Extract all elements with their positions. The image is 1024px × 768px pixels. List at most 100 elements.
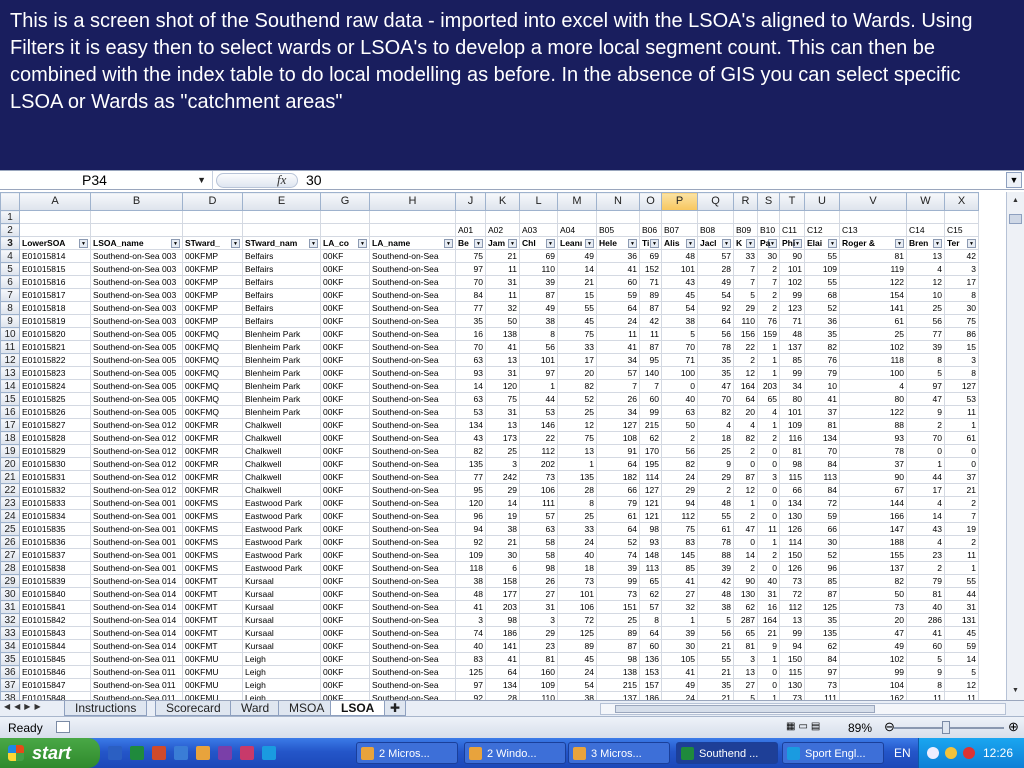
cell[interactable]: Southend-on-Sea 012	[90, 431, 183, 445]
cell[interactable]: Southend-on-Sea	[369, 301, 456, 315]
security-icon[interactable]	[963, 747, 975, 759]
cell[interactable]: 177	[485, 587, 520, 601]
cell[interactable]: 37	[944, 470, 979, 484]
cell[interactable]: 1	[757, 353, 780, 367]
cell[interactable]: E01015830	[19, 457, 91, 471]
cell[interactable]: 30	[804, 535, 840, 549]
cell[interactable]: 39	[519, 275, 558, 289]
column-header-b[interactable]: B	[90, 192, 183, 211]
cell[interactable]: 62	[804, 639, 840, 653]
cell[interactable]: 151	[596, 600, 640, 614]
cell[interactable]: 64	[697, 314, 734, 328]
row-header[interactable]: 37	[0, 678, 20, 692]
column-label-cell[interactable]: B06	[639, 223, 662, 237]
cell[interactable]: 4	[906, 262, 945, 276]
cell[interactable]: 43	[906, 522, 945, 536]
filter-dropdown-icon[interactable]: ▼	[79, 238, 88, 248]
cell[interactable]: 45	[557, 314, 597, 328]
cell[interactable]: 22	[733, 340, 758, 354]
cell[interactable]: 2	[944, 535, 979, 549]
cell[interactable]: E01015829	[19, 444, 91, 458]
cell[interactable]: 52	[804, 301, 840, 315]
cell[interactable]: Chalkwell	[242, 431, 321, 445]
column-label-cell[interactable]	[519, 210, 558, 224]
expand-formula-bar-button[interactable]: ▼	[1006, 172, 1022, 188]
column-label-cell[interactable]	[697, 210, 734, 224]
column-header-o[interactable]: O	[639, 192, 662, 211]
cell[interactable]: Southend-on-Sea	[369, 470, 456, 484]
column-label-cell[interactable]: ▼ Phi	[779, 236, 805, 250]
cell[interactable]: 45	[557, 652, 597, 666]
cell[interactable]: 101	[557, 587, 597, 601]
cell[interactable]: 00KF	[320, 678, 370, 692]
cell[interactable]: Southend-on-Sea 011	[90, 691, 183, 700]
cell[interactable]: 00KFMS	[182, 509, 243, 523]
cell[interactable]: Belfairs	[242, 301, 321, 315]
task-sport-england[interactable]: Sport Engl...	[782, 742, 884, 764]
cell[interactable]: 75	[944, 314, 979, 328]
column-label-cell[interactable]: A04	[557, 223, 597, 237]
excel-icon[interactable]	[130, 746, 144, 760]
cell[interactable]: 70	[661, 340, 698, 354]
row-header[interactable]: 2	[0, 223, 20, 237]
cell[interactable]: E01015839	[19, 574, 91, 588]
filter-dropdown-icon[interactable]: ▼	[474, 238, 483, 248]
column-label-cell[interactable]	[944, 210, 979, 224]
cell[interactable]: 00KF	[320, 561, 370, 575]
cell[interactable]: 64	[596, 457, 640, 471]
cell[interactable]: 61	[839, 314, 907, 328]
cell[interactable]: 195	[639, 457, 662, 471]
worksheet-grid[interactable]: ABDEGHJKLMNOPQRSTUVWX 1 2 A01 A02 A03 A04 B05 B…	[0, 192, 1006, 700]
language-indicator[interactable]: EN	[894, 746, 911, 760]
cell[interactable]: 0	[906, 444, 945, 458]
cell[interactable]: 1	[557, 457, 597, 471]
cell[interactable]: 202	[519, 457, 558, 471]
cell[interactable]: 95	[455, 483, 486, 497]
row-header[interactable]: 36	[0, 665, 20, 679]
zoom-slider-knob[interactable]	[942, 721, 950, 734]
task-2-windows[interactable]: 2 Windo...	[464, 742, 566, 764]
cell[interactable]: 00KF	[320, 301, 370, 315]
cell[interactable]: Southend-on-Sea 005	[90, 340, 183, 354]
cell[interactable]: 150	[779, 548, 805, 562]
cell[interactable]: 00KFMS	[182, 496, 243, 510]
cell[interactable]: 49	[839, 639, 907, 653]
cell[interactable]: 84	[804, 483, 840, 497]
filter-dropdown-icon[interactable]: ▼	[746, 238, 755, 248]
cell[interactable]: 118	[839, 353, 907, 367]
cell[interactable]: Kursaal	[242, 613, 321, 627]
cell[interactable]: 14	[485, 496, 520, 510]
cell[interactable]: Kursaal	[242, 626, 321, 640]
cell[interactable]: 88	[839, 418, 907, 432]
cell[interactable]: 1	[661, 613, 698, 627]
cell[interactable]: 110	[733, 314, 758, 328]
column-label-cell[interactable]	[19, 210, 91, 224]
cell[interactable]: 58	[519, 535, 558, 549]
cell[interactable]: 85	[804, 574, 840, 588]
cell[interactable]: 110	[519, 262, 558, 276]
cell[interactable]: 82	[804, 340, 840, 354]
cell[interactable]: 00KF	[320, 652, 370, 666]
row-header[interactable]: 15	[0, 392, 20, 406]
cell[interactable]: 00KF	[320, 262, 370, 276]
cell[interactable]: 8	[557, 496, 597, 510]
cell[interactable]: 64	[733, 392, 758, 406]
cell[interactable]: Southend-on-Sea	[369, 587, 456, 601]
cell[interactable]: 9	[697, 457, 734, 471]
cell[interactable]: 35	[697, 678, 734, 692]
cell[interactable]: 11	[757, 522, 780, 536]
cell[interactable]: 00KFMQ	[182, 392, 243, 406]
cell[interactable]: 17	[557, 353, 597, 367]
cell[interactable]: 96	[804, 561, 840, 575]
cell[interactable]: 00KFMU	[182, 665, 243, 679]
cell[interactable]: 64	[639, 626, 662, 640]
cell[interactable]: 00KF	[320, 470, 370, 484]
cell[interactable]: Southend-on-Sea	[369, 392, 456, 406]
cell[interactable]: 75	[557, 431, 597, 445]
cell[interactable]: 75	[485, 392, 520, 406]
cell[interactable]: 0	[757, 444, 780, 458]
cell[interactable]: Southend-on-Sea 011	[90, 665, 183, 679]
column-label-cell[interactable]: ▼ LowerSOA	[19, 236, 91, 250]
cell[interactable]: 186	[485, 626, 520, 640]
cell[interactable]: 00KF	[320, 249, 370, 263]
